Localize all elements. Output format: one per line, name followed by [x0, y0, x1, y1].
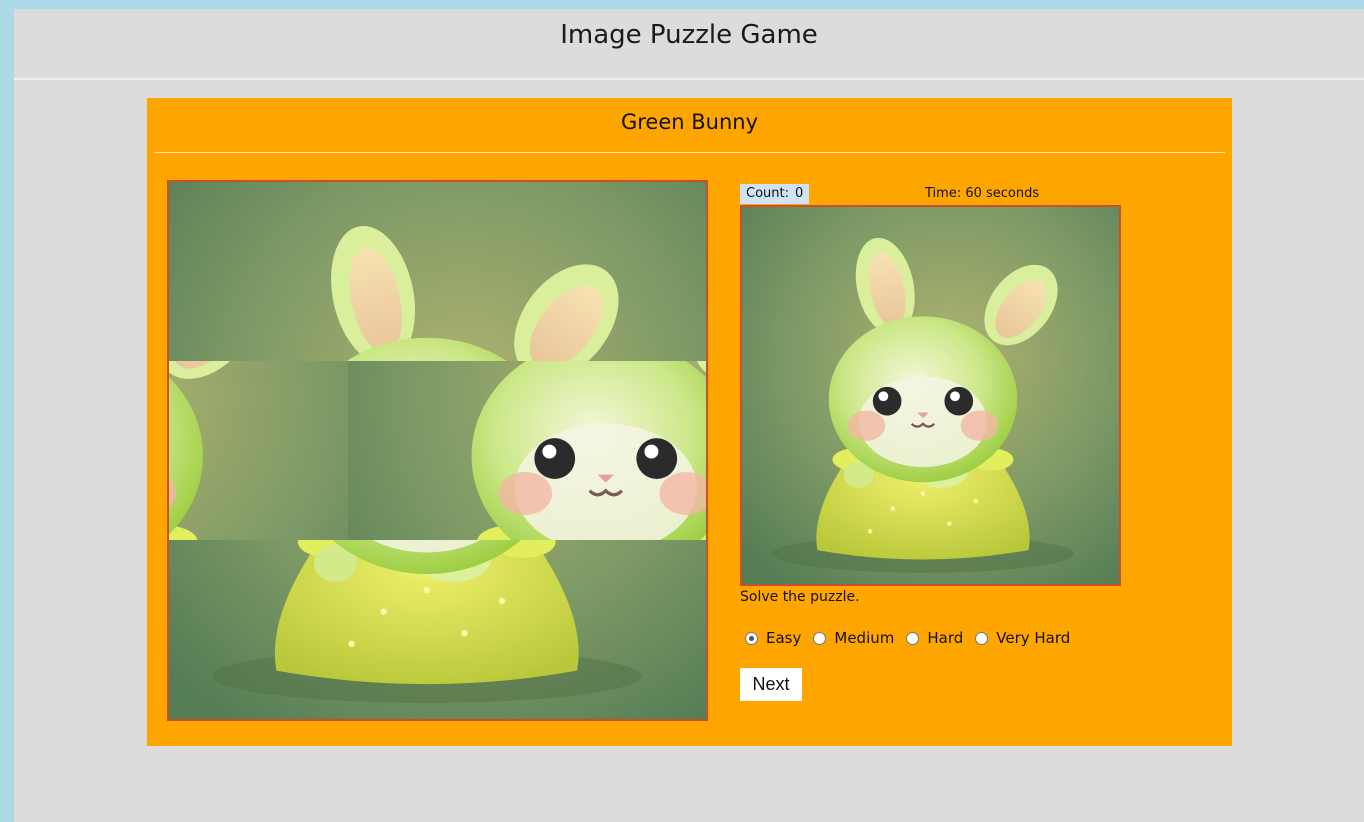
radio-button[interactable]: [975, 631, 989, 645]
tile-image: [169, 540, 348, 719]
puzzle-tile[interactable]: [169, 361, 348, 540]
count-label: Count:: [746, 186, 789, 201]
title-divider: [14, 78, 1364, 80]
difficulty-options: Easy Medium Hard Very Hard: [745, 626, 1082, 650]
tile-image: [527, 182, 706, 361]
difficulty-option-hard[interactable]: Hard: [906, 629, 963, 647]
puzzle-tile[interactable]: [527, 540, 706, 719]
puzzle-panel: Green Bunny Count: 0 Time: 60 seconds Sol…: [147, 98, 1232, 746]
radio-button[interactable]: [906, 631, 920, 645]
panel-divider: [154, 152, 1225, 153]
puzzle-board: [167, 180, 708, 721]
tile-image: [348, 540, 527, 719]
puzzle-tile[interactable]: [169, 182, 348, 361]
timer: Time: 60 seconds: [925, 186, 1040, 201]
difficulty-label: Easy: [766, 629, 802, 647]
difficulty-label: Very Hard: [996, 629, 1071, 647]
count-value: 0: [795, 186, 804, 201]
puzzle-tile[interactable]: [348, 540, 527, 719]
tile-image: [169, 182, 348, 361]
reference-image: [740, 205, 1121, 586]
difficulty-label: Hard: [927, 629, 964, 647]
instruction-text: Solve the puzzle.: [740, 589, 860, 605]
difficulty-option-very-hard[interactable]: Very Hard: [975, 629, 1070, 647]
tile-image: [169, 361, 348, 540]
puzzle-tile[interactable]: [527, 361, 706, 540]
app-title: Image Puzzle Game: [560, 20, 818, 50]
tile-image: [348, 182, 527, 361]
radio-button[interactable]: [745, 631, 758, 645]
tile-image: [527, 540, 706, 719]
bunny-image: [742, 207, 1119, 584]
tile-image: [348, 361, 527, 540]
page: Image Puzzle Game Green Bunny Count: 0 Ti…: [14, 9, 1364, 822]
difficulty-option-easy[interactable]: Easy: [745, 629, 801, 647]
puzzle-title: Green Bunny: [620, 110, 759, 134]
puzzle-tile[interactable]: [527, 182, 706, 361]
puzzle-tile[interactable]: [169, 540, 348, 719]
difficulty-option-medium[interactable]: Medium: [813, 629, 894, 647]
next-button[interactable]: Next: [740, 668, 802, 701]
move-counter: Count: 0: [740, 184, 810, 204]
tile-image: [527, 361, 706, 540]
difficulty-label: Medium: [834, 629, 895, 647]
radio-button[interactable]: [813, 631, 827, 645]
puzzle-tile[interactable]: [348, 182, 527, 361]
puzzle-tile[interactable]: [348, 361, 527, 540]
